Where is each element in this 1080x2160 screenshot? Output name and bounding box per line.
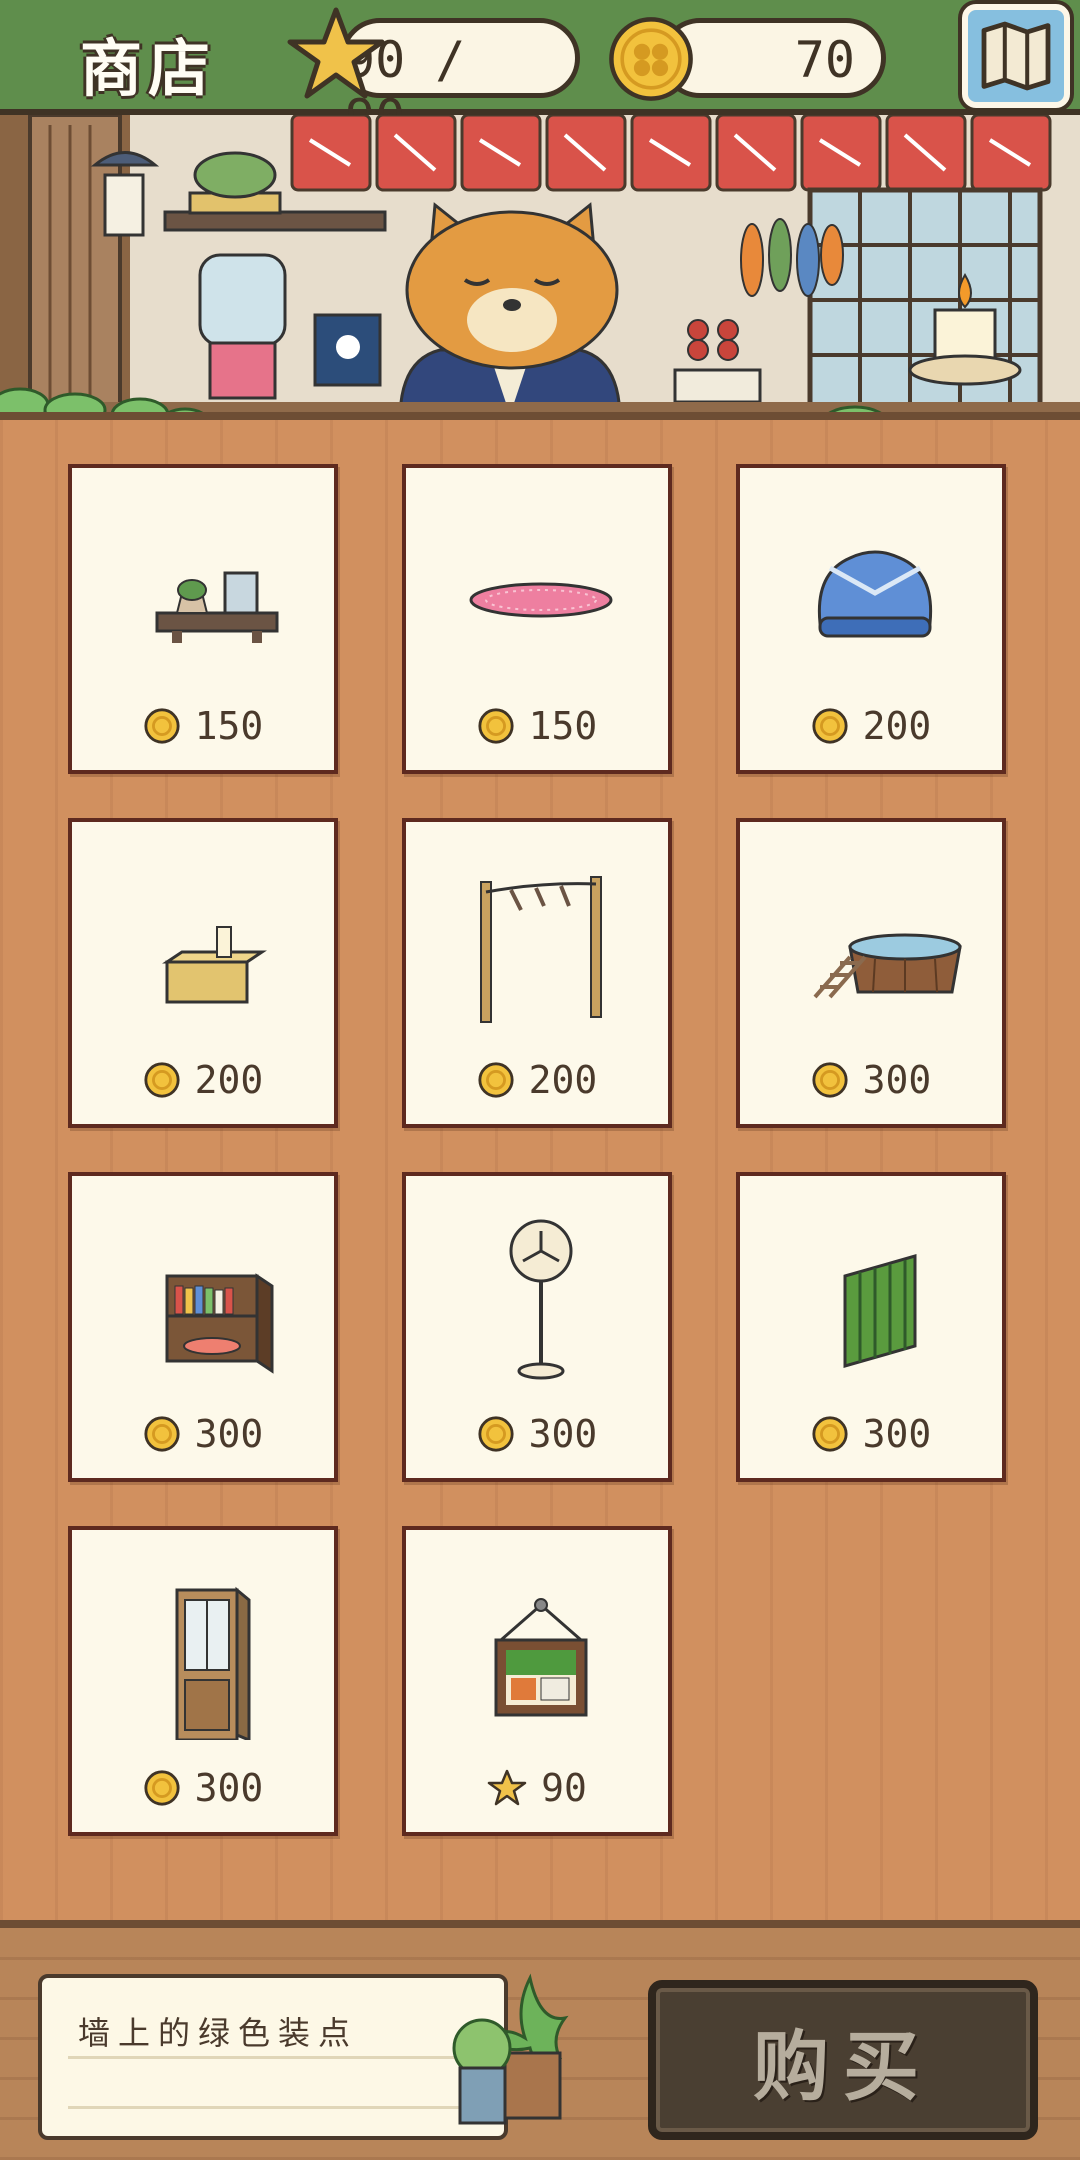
item-price-value: 200 [862, 704, 932, 748]
item-price: 150 [72, 702, 334, 750]
coin-icon [812, 1062, 848, 1098]
item-price-value: 150 [194, 704, 264, 748]
glass-cabinet-icon [175, 1586, 251, 1740]
wooden-tub-icon [813, 933, 962, 999]
coin-icon [478, 708, 514, 744]
item-price: 200 [72, 1056, 334, 1104]
shop-item-card[interactable]: 90 [402, 1526, 672, 1836]
item-price-value: 300 [194, 1766, 264, 1810]
coin-icon [812, 1416, 848, 1452]
item-price: 150 [406, 702, 668, 750]
item-price: 300 [72, 1410, 334, 1458]
shop-item-card[interactable]: 300 [68, 1172, 338, 1482]
note-line [68, 2106, 478, 2109]
bottom-panel: 墙上的绿色装点 购买 [0, 1920, 1080, 2160]
note-line [68, 2056, 478, 2059]
shop-item-card[interactable]: 150 [68, 464, 338, 774]
item-grid: 150 150 200 200 200 300 300 300 300 300 … [68, 464, 1012, 1836]
coin-count: 70 [794, 31, 855, 89]
item-description: 墙上的绿色装点 [78, 2014, 359, 2052]
shop-item-card[interactable]: 300 [736, 1172, 1006, 1482]
shop-counter-illustration [0, 115, 1080, 412]
item-description-panel: 墙上的绿色装点 [38, 1974, 508, 2140]
blue-cushion-icon [817, 550, 933, 638]
item-price: 200 [406, 1056, 668, 1104]
potted-plant-icon [452, 1973, 569, 2125]
item-price: 200 [740, 702, 1002, 750]
item-price-value: 300 [862, 1412, 932, 1456]
coin-icon [478, 1416, 514, 1452]
clothesline-icon [480, 876, 602, 1023]
coin-icon [812, 708, 848, 744]
item-price-value: 300 [528, 1412, 598, 1456]
item-price-value: 90 [541, 1766, 587, 1810]
coin-icon [609, 17, 693, 101]
pink-rug-icon [469, 582, 613, 618]
item-price-value: 150 [528, 704, 598, 748]
page-title: 商店 [80, 32, 217, 105]
item-price: 300 [740, 1410, 1002, 1458]
shop-item-card[interactable]: 200 [402, 818, 672, 1128]
map-button[interactable] [962, 4, 1070, 108]
shop-item-card[interactable]: 300 [402, 1172, 672, 1482]
coin-icon [144, 1770, 180, 1806]
item-board: 150 150 200 200 200 300 300 300 300 300 … [0, 420, 1080, 1920]
star-icon [287, 7, 385, 99]
candle-box-icon [162, 926, 267, 1004]
star-icon [487, 1769, 527, 1806]
top-bar: 商店 90 / 90 70 [0, 0, 1080, 147]
item-price-value: 300 [194, 1412, 264, 1456]
shop-item-card[interactable]: 200 [68, 818, 338, 1128]
map-icon [981, 21, 1051, 91]
item-price: 90 [406, 1764, 668, 1812]
buy-button-label: 购买 [753, 2022, 933, 2111]
coin-icon [144, 708, 180, 744]
item-price: 300 [740, 1056, 1002, 1104]
hanging-picture-icon [494, 1598, 588, 1717]
bamboo-screen-icon [843, 1254, 917, 1368]
item-price-value: 300 [862, 1058, 932, 1102]
shop-scene [0, 115, 1080, 420]
shop-item-card[interactable]: 200 [736, 464, 1006, 774]
shop-item-card[interactable]: 150 [402, 464, 672, 774]
wall-shelf-icon [155, 571, 279, 643]
coin-icon [478, 1062, 514, 1098]
shop-item-card[interactable]: 300 [736, 818, 1006, 1128]
coin-icon [144, 1062, 180, 1098]
buy-button[interactable]: 购买 [648, 1980, 1038, 2140]
electric-fan-icon [509, 1219, 573, 1380]
item-price-value: 200 [528, 1058, 598, 1102]
coin-icon [144, 1416, 180, 1452]
bookshelf-icon [165, 1273, 274, 1374]
item-price-value: 200 [194, 1058, 264, 1102]
shop-item-card[interactable]: 300 [68, 1526, 338, 1836]
item-price: 300 [72, 1764, 334, 1812]
item-price: 300 [406, 1410, 668, 1458]
